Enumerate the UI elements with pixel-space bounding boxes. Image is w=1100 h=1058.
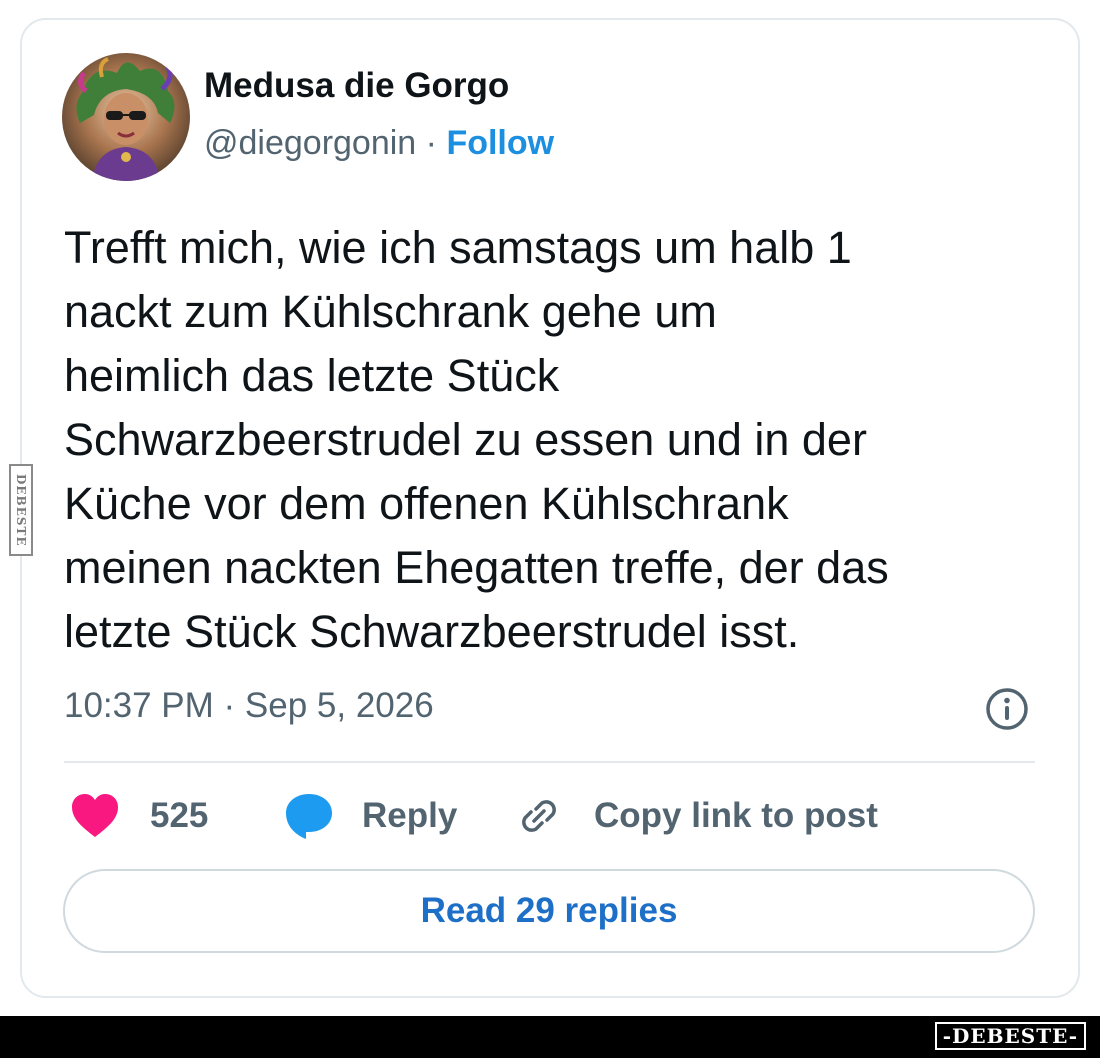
follow-button[interactable]: Follow (446, 124, 554, 162)
like-button[interactable]: 525 (70, 786, 208, 846)
copy-link-label: Copy link to post (594, 796, 878, 835)
link-icon (522, 800, 556, 832)
tweet-timestamp[interactable]: 10:37 PM · Sep 5, 2026 (64, 686, 434, 726)
heart-icon (72, 794, 118, 837)
tweet-text: Trefft mich, wie ich samstags um halb 1 … (64, 222, 889, 657)
author-name[interactable]: Medusa die Gorgo (204, 66, 509, 106)
read-replies-button[interactable]: Read 29 replies (63, 869, 1035, 953)
copy-link-button[interactable]: Copy link to post (514, 786, 878, 846)
reply-button[interactable]: Reply (284, 786, 457, 846)
side-watermark-text: DEBESTE (14, 473, 28, 547)
debeste-logo: -DEBESTE- (934, 1022, 1086, 1050)
info-icon (986, 688, 1028, 730)
read-replies-label: Read 29 replies (420, 891, 678, 930)
avatar-image (62, 53, 190, 181)
like-count: 525 (150, 796, 209, 835)
handle-row: @diegorgonin · Follow (204, 124, 554, 163)
divider (64, 761, 1035, 763)
speech-bubble-icon (286, 794, 332, 839)
info-button[interactable] (984, 686, 1030, 732)
reply-label: Reply (362, 796, 458, 835)
side-watermark: DEBESTE (9, 464, 33, 556)
avatar[interactable] (62, 53, 190, 181)
logo-text: -DEBESTE- (942, 1024, 1078, 1048)
handle-separator: · (416, 124, 447, 162)
author-handle[interactable]: @diegorgonin (204, 124, 416, 162)
